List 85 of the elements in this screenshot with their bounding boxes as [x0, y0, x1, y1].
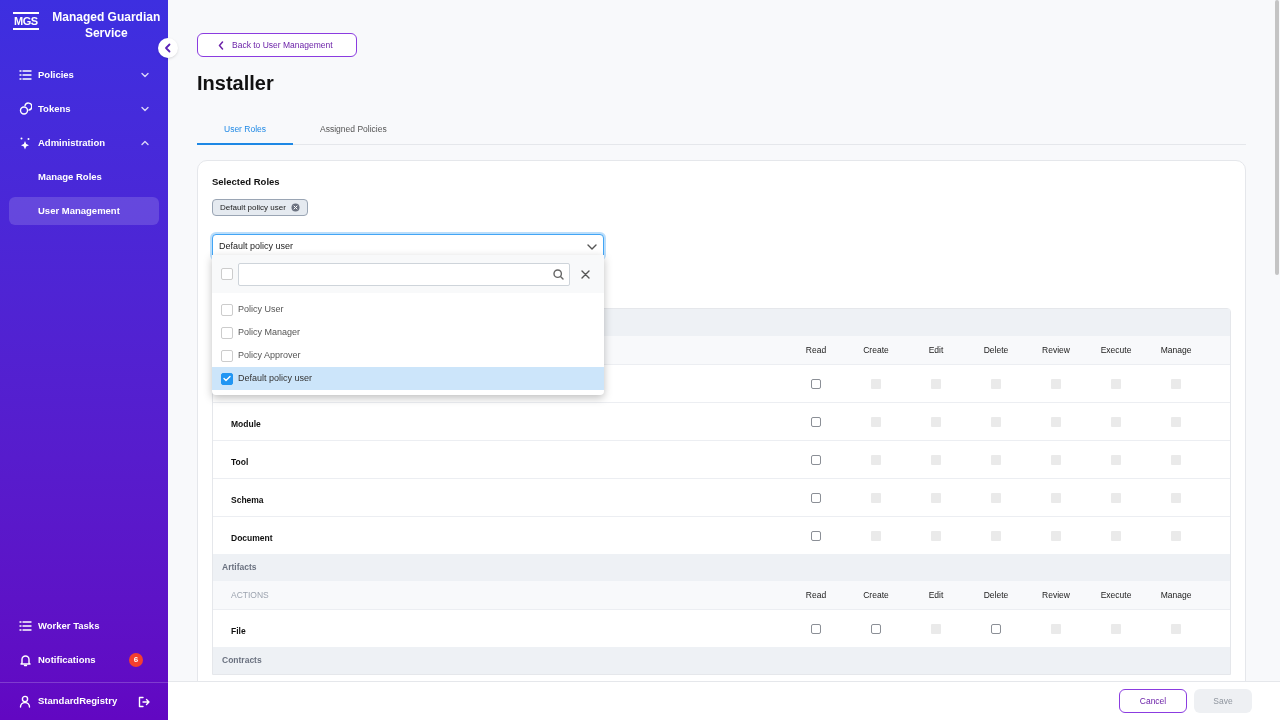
dropdown-option[interactable]: Policy Approver: [212, 344, 604, 367]
nav-label: Tokens: [38, 101, 72, 116]
logo: MGS: [13, 12, 39, 30]
column-header: Review: [1042, 343, 1070, 357]
app-title: Managed Guardian Service: [51, 9, 162, 41]
group-title: Artifacts: [222, 561, 257, 575]
notification-badge: 6: [129, 653, 143, 667]
close-icon: [580, 269, 590, 279]
nav-label: Policies: [38, 67, 75, 82]
cancel-button[interactable]: Cancel: [1119, 689, 1187, 713]
nav-label: Administration: [38, 135, 107, 150]
checkbox[interactable]: [221, 303, 233, 316]
checkbox[interactable]: [811, 454, 821, 465]
column-header: Delete: [983, 588, 1009, 602]
checkbox[interactable]: [811, 623, 821, 634]
checkbox[interactable]: [871, 623, 881, 634]
checkbox[interactable]: [221, 268, 233, 280]
column-header: Create: [863, 343, 889, 357]
select-value: Default policy user: [219, 240, 294, 253]
option-label: Policy Approver: [238, 348, 301, 362]
list-icon: [19, 68, 32, 82]
checkbox[interactable]: [811, 416, 821, 427]
collapse-button[interactable]: [158, 38, 178, 58]
dropdown-option[interactable]: Default policy user: [212, 367, 604, 390]
scrollbar[interactable]: [1275, 0, 1279, 275]
option-label: Policy Manager: [238, 325, 301, 339]
chip-label: Default policy user: [220, 201, 286, 214]
column-header: ACTIONS: [231, 589, 269, 600]
column-header: Manage: [1160, 343, 1192, 357]
page-title: Installer: [197, 71, 275, 95]
group-title: Contracts: [222, 654, 262, 668]
nav-label: Worker Tasks: [38, 618, 101, 633]
column-header: Review: [1042, 588, 1070, 602]
user-icon: [19, 695, 31, 708]
option-label: Default policy user: [238, 371, 313, 385]
nav-label: Notifications: [38, 652, 97, 667]
column-header: Edit: [928, 588, 944, 602]
column-header: Execute: [1100, 343, 1132, 357]
column-header: Execute: [1100, 588, 1132, 602]
back-button[interactable]: Back to User Management: [197, 33, 357, 57]
checkbox[interactable]: [811, 492, 821, 503]
list-icon: [19, 619, 32, 633]
nav-item[interactable]: Notifications 6: [9, 643, 159, 677]
tab[interactable]: User Roles: [197, 115, 294, 145]
nav-subitem[interactable]: User Management: [9, 197, 159, 225]
column-header: Delete: [983, 343, 1009, 357]
chevron-down-icon: [587, 243, 597, 250]
row-label: Document: [231, 532, 273, 543]
column-header: Create: [863, 588, 889, 602]
sparkle-icon: [19, 136, 32, 150]
nav-subitem[interactable]: Manage Roles: [9, 163, 159, 191]
row-label: Module: [231, 418, 261, 429]
logout-icon: [138, 695, 150, 708]
row-label: Tool: [231, 456, 249, 467]
checkbox[interactable]: [811, 530, 821, 541]
row-label: Schema: [231, 494, 264, 505]
nav-item[interactable]: Tokens: [9, 92, 159, 126]
bell-icon: [19, 653, 32, 667]
user-name: StandardRegistry: [38, 694, 119, 709]
checkbox[interactable]: [991, 623, 1001, 634]
column-header: Read: [805, 343, 827, 357]
nav-item[interactable]: Worker Tasks: [9, 609, 159, 643]
column-header: Manage: [1160, 588, 1192, 602]
column-header: Edit: [928, 343, 944, 357]
nav-item[interactable]: Administration: [9, 126, 159, 160]
checkbox[interactable]: [221, 349, 233, 362]
section-heading: Selected Roles: [212, 175, 281, 189]
search-field[interactable]: [238, 262, 570, 286]
coins-icon: [19, 102, 32, 116]
option-label: Policy User: [238, 302, 284, 316]
search-icon: [553, 268, 564, 280]
dropdown-option[interactable]: Policy Manager: [212, 321, 604, 344]
checkbox[interactable]: [811, 378, 821, 389]
chevron-left-icon: [164, 43, 172, 53]
remove-icon: [290, 203, 300, 213]
checkbox[interactable]: [221, 372, 233, 385]
logout-button[interactable]: [138, 695, 150, 708]
column-header: Read: [805, 588, 827, 602]
row-label: File: [231, 625, 246, 636]
dropdown-option[interactable]: Policy User: [212, 298, 604, 321]
check-icon: [223, 375, 231, 382]
checkbox[interactable]: [221, 326, 233, 339]
chevron-left-icon: [218, 40, 224, 50]
tab[interactable]: Assigned Policies: [293, 115, 414, 145]
nav-item[interactable]: Policies: [9, 58, 159, 92]
